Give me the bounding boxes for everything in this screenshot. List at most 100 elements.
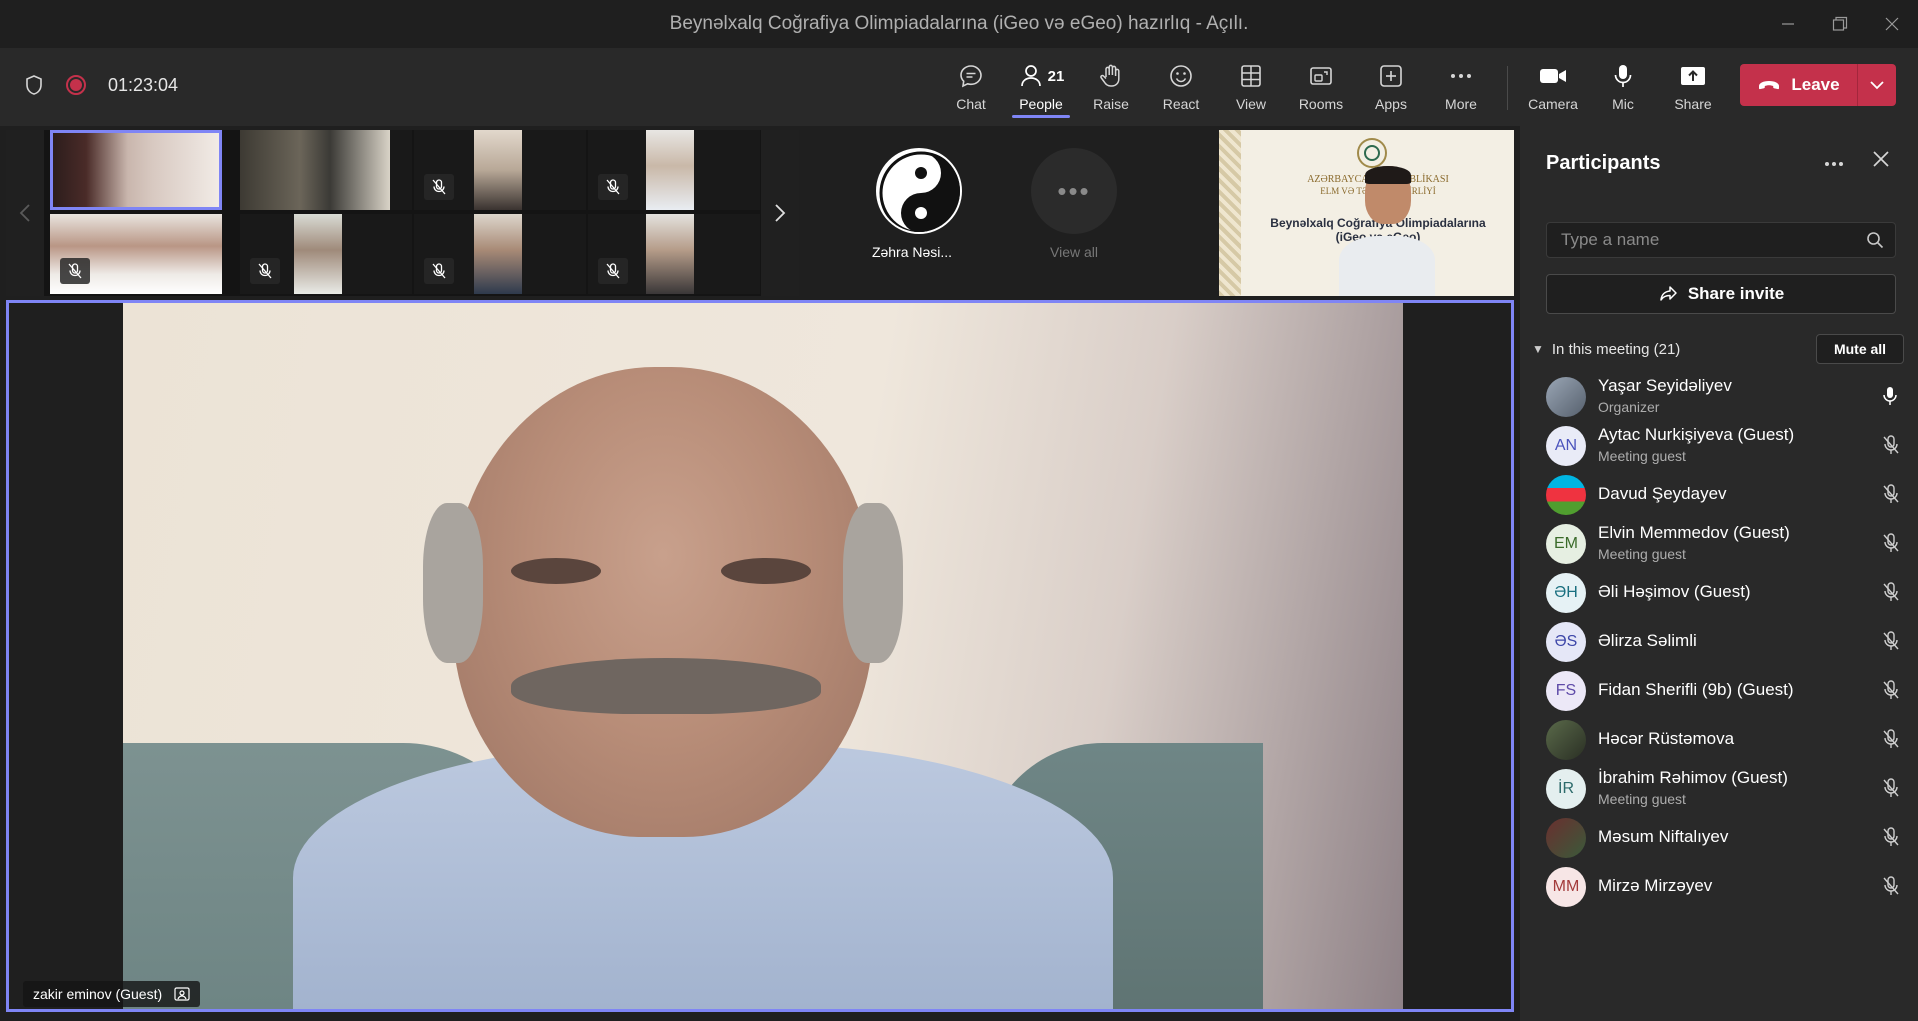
avatar: ƏS	[1546, 622, 1586, 662]
raise-label: Raise	[1093, 96, 1129, 112]
window-controls	[1762, 0, 1918, 48]
avatar: EM	[1546, 524, 1586, 564]
chat-button[interactable]: Chat	[936, 60, 1006, 112]
participant-row[interactable]: Həcər Rüstəmova	[1520, 715, 1918, 764]
participant-row[interactable]: ƏH Əli Həşimov (Guest)	[1520, 568, 1918, 617]
view-all-label: View all	[1050, 244, 1098, 260]
participant-row[interactable]: Yaşar Seyidəliyev Organizer	[1520, 372, 1918, 421]
video-tile[interactable]	[414, 214, 586, 294]
mic-off-icon[interactable]	[1882, 729, 1900, 754]
participant-row[interactable]: EM Elvin Memmedov (Guest) Meeting guest	[1520, 519, 1918, 568]
leave-options-button[interactable]	[1858, 80, 1896, 90]
mic-off-icon[interactable]	[1882, 631, 1900, 656]
main-speaker-video[interactable]: zakir eminov (Guest)	[6, 300, 1514, 1012]
video-tile[interactable]	[240, 214, 412, 294]
participant-row[interactable]: Davud Şeydayev	[1520, 470, 1918, 519]
share-screen-icon	[1681, 67, 1705, 85]
window-title: Beynəlxalq Coğrafiya Olimpiadalarına (iG…	[669, 13, 1249, 34]
avatar: ƏH	[1546, 573, 1586, 613]
video-tile[interactable]	[50, 214, 222, 294]
muted-indicator	[424, 174, 454, 200]
chevron-right-icon	[775, 204, 786, 222]
participant-row[interactable]: İR İbrahim Rəhimov (Guest) Meeting guest	[1520, 764, 1918, 813]
participants-panel: Participants Share invite ▼ In this meet…	[1520, 126, 1918, 1021]
camera-icon	[1540, 69, 1566, 83]
apps-button[interactable]: Apps	[1356, 60, 1426, 112]
participant-search-input[interactable]	[1547, 230, 1855, 250]
featured-participant[interactable]: Zəhra Nəsi...	[871, 148, 964, 260]
in-meeting-section-header[interactable]: ▼ In this meeting (21) Mute all	[1530, 334, 1914, 364]
people-count: 21	[1047, 67, 1065, 85]
leave-button[interactable]: Leave	[1740, 75, 1857, 95]
close-window-button[interactable]	[1866, 0, 1918, 48]
participant-role: Organizer	[1598, 399, 1660, 415]
mic-button[interactable]: Mic	[1588, 60, 1658, 112]
gallery-prev-button[interactable]	[6, 130, 44, 296]
gallery-next-button[interactable]	[761, 130, 799, 296]
mic-off-icon[interactable]	[1882, 876, 1900, 901]
search-icon	[1855, 231, 1895, 249]
recording-indicator-icon	[66, 75, 86, 95]
speaker-name: zakir eminov (Guest)	[33, 986, 163, 1002]
react-button[interactable]: React	[1146, 60, 1216, 112]
participant-row[interactable]: MM Mirzə Mirzəyev	[1520, 862, 1918, 911]
share-invite-button[interactable]: Share invite	[1546, 274, 1896, 314]
avatar	[1546, 720, 1586, 760]
mic-off-icon[interactable]	[1882, 435, 1900, 460]
participant-name: Fidan Sherifli (9b) (Guest)	[1598, 680, 1794, 699]
mic-off-icon[interactable]	[1882, 778, 1900, 803]
video-tile[interactable]	[588, 214, 760, 294]
share-invite-label: Share invite	[1687, 284, 1785, 303]
more-button[interactable]: More	[1426, 60, 1496, 112]
microphone-icon[interactable]	[1882, 386, 1898, 411]
participant-row[interactable]: FS Fidan Sherifli (9b) (Guest)	[1520, 666, 1918, 715]
share-label: Share	[1674, 96, 1712, 112]
share-icon	[1660, 286, 1677, 301]
mic-off-icon[interactable]	[1882, 827, 1900, 852]
view-button[interactable]: View	[1216, 60, 1286, 112]
participant-name: Məsum Niftalıyev	[1598, 827, 1729, 846]
video-tile[interactable]	[414, 130, 586, 210]
mute-all-button[interactable]: Mute all	[1816, 334, 1904, 364]
rooms-button[interactable]: Rooms	[1286, 60, 1356, 112]
video-tile[interactable]	[240, 130, 412, 210]
avatar	[1546, 377, 1586, 417]
mic-off-icon[interactable]	[1882, 533, 1900, 558]
view-all-button[interactable]: ••• View all	[1029, 148, 1119, 260]
minimize-icon	[1782, 23, 1794, 25]
featured-participant-name: Zəhra Nəsi...	[871, 244, 953, 260]
camera-button[interactable]: Camera	[1518, 60, 1588, 112]
participant-row[interactable]: Məsum Niftalıyev	[1520, 813, 1918, 862]
shared-content-tile[interactable]: AZƏRBAYCAN RESPUBLİKASI ELM VƏ TƏHSİL NA…	[1219, 130, 1514, 296]
participant-name: Həcər Rüstəmova	[1598, 729, 1735, 748]
chat-icon	[960, 65, 982, 88]
minimize-button[interactable]	[1762, 0, 1814, 48]
meeting-status: 01:23:04	[24, 74, 178, 96]
people-button[interactable]: 21 People	[1006, 60, 1076, 118]
participant-search-box	[1546, 222, 1896, 258]
leave-label: Leave	[1791, 75, 1840, 94]
avatar	[876, 148, 962, 234]
avatar: MM	[1546, 867, 1586, 907]
mic-off-icon[interactable]	[1882, 582, 1900, 607]
raise-hand-button[interactable]: Raise	[1076, 60, 1146, 112]
panel-more-button[interactable]	[1824, 150, 1844, 173]
video-tile[interactable]	[588, 130, 760, 210]
video-gallery-strip	[6, 130, 799, 296]
mic-off-icon[interactable]	[1882, 484, 1900, 509]
hang-up-icon	[1759, 81, 1780, 90]
participant-name: Yaşar Seyidəliyev	[1598, 376, 1732, 395]
shield-icon	[26, 75, 42, 95]
video-tile[interactable]	[50, 130, 222, 210]
camera-label: Camera	[1528, 96, 1578, 112]
more-dots-icon	[1451, 74, 1471, 78]
participant-row[interactable]: AN Aytac Nurkişiyeva (Guest) Meeting guest	[1520, 421, 1918, 470]
muted-indicator	[60, 258, 90, 284]
chat-label: Chat	[956, 96, 986, 112]
mic-off-icon[interactable]	[1882, 680, 1900, 705]
restore-button[interactable]	[1814, 0, 1866, 48]
participant-row[interactable]: ƏS Əlirza Səlimli	[1520, 617, 1918, 666]
share-button[interactable]: Share	[1658, 60, 1728, 112]
chevron-left-icon	[19, 204, 30, 222]
panel-close-button[interactable]	[1872, 148, 1890, 174]
